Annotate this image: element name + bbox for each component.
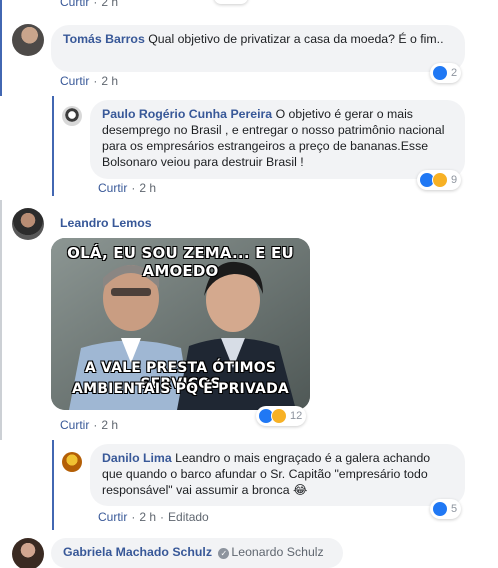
comment-meta: Curtir · 2 h bbox=[60, 0, 118, 10]
like-link[interactable]: Curtir bbox=[98, 510, 127, 524]
verified-icon: ✓ bbox=[218, 548, 230, 559]
avatar[interactable] bbox=[62, 452, 82, 472]
comment-meta: Curtir · 2 h bbox=[60, 74, 119, 88]
comment-bubble: Gabriela Machado Schulz ✓ Leonardo Schulz bbox=[51, 538, 343, 568]
reaction-count: 12 bbox=[290, 410, 303, 422]
avatar[interactable] bbox=[12, 208, 44, 240]
haha-icon bbox=[271, 408, 287, 424]
timestamp[interactable]: 2 h bbox=[101, 0, 118, 9]
avatar[interactable] bbox=[12, 24, 44, 56]
avatar[interactable] bbox=[12, 538, 44, 568]
comment-bubble: Danilo Lima Leandro o mais engraçado é a… bbox=[90, 444, 465, 506]
avatar[interactable] bbox=[62, 106, 82, 126]
comment-author[interactable]: Leandro Lemos bbox=[60, 216, 152, 230]
reaction-count: 5 bbox=[451, 503, 458, 515]
reaction-summary[interactable]: 2 bbox=[430, 63, 462, 83]
reaction-count: 2 bbox=[451, 67, 458, 79]
meme-caption-bottom: AMBIENTAIS PQ É PRIVADA bbox=[72, 381, 289, 397]
thread-line bbox=[52, 440, 54, 530]
reaction-summary[interactable]: 5 bbox=[430, 499, 462, 519]
reaction-count: 9 bbox=[451, 174, 458, 186]
comment-bubble: Paulo Rogério Cunha Pereira O objetivo é… bbox=[90, 100, 465, 179]
like-link[interactable]: Curtir bbox=[60, 0, 89, 9]
reaction-summary[interactable]: 12 bbox=[256, 406, 307, 426]
meme-caption-top: OLÁ, EU SOU ZEMA... E EU AMOEDO bbox=[67, 244, 294, 280]
timestamp[interactable]: 2 h bbox=[139, 181, 156, 195]
timestamp[interactable]: 2 h bbox=[101, 418, 118, 432]
comment-meta: Curtir · 2 h · Editado bbox=[98, 510, 209, 524]
comment-author[interactable]: Gabriela Machado Schulz bbox=[63, 545, 212, 559]
mention[interactable]: Leonardo Schulz bbox=[231, 545, 323, 559]
like-icon bbox=[432, 65, 448, 81]
edited-label[interactable]: Editado bbox=[168, 510, 209, 524]
comment-author[interactable]: Paulo Rogério Cunha Pereira bbox=[102, 107, 272, 121]
thread-line bbox=[0, 0, 2, 96]
timestamp[interactable]: 2 h bbox=[101, 74, 118, 88]
thread-line bbox=[0, 200, 2, 440]
reaction-summary[interactable]: 9 bbox=[417, 170, 462, 190]
like-icon bbox=[432, 501, 448, 517]
comment-text: Qual objetivo de privatizar a casa da mo… bbox=[148, 32, 444, 46]
reaction-partial bbox=[214, 0, 248, 4]
like-link[interactable]: Curtir bbox=[60, 418, 89, 432]
like-link[interactable]: Curtir bbox=[60, 74, 89, 88]
comment-meta: Curtir · 2 h bbox=[60, 418, 119, 432]
meme-image[interactable]: OLÁ, EU SOU ZEMA... E EU AMOEDO A VALE P… bbox=[51, 238, 310, 410]
comment-author[interactable]: Danilo Lima bbox=[102, 451, 172, 465]
haha-icon bbox=[432, 172, 448, 188]
thread-line bbox=[52, 96, 54, 196]
comment-bubble: Tomás Barros Qual objetivo de privatizar… bbox=[51, 25, 465, 72]
comment-author[interactable]: Tomás Barros bbox=[63, 32, 145, 46]
timestamp[interactable]: 2 h bbox=[139, 510, 156, 524]
like-link[interactable]: Curtir bbox=[98, 181, 127, 195]
comment-meta: Curtir · 2 h bbox=[98, 181, 157, 195]
